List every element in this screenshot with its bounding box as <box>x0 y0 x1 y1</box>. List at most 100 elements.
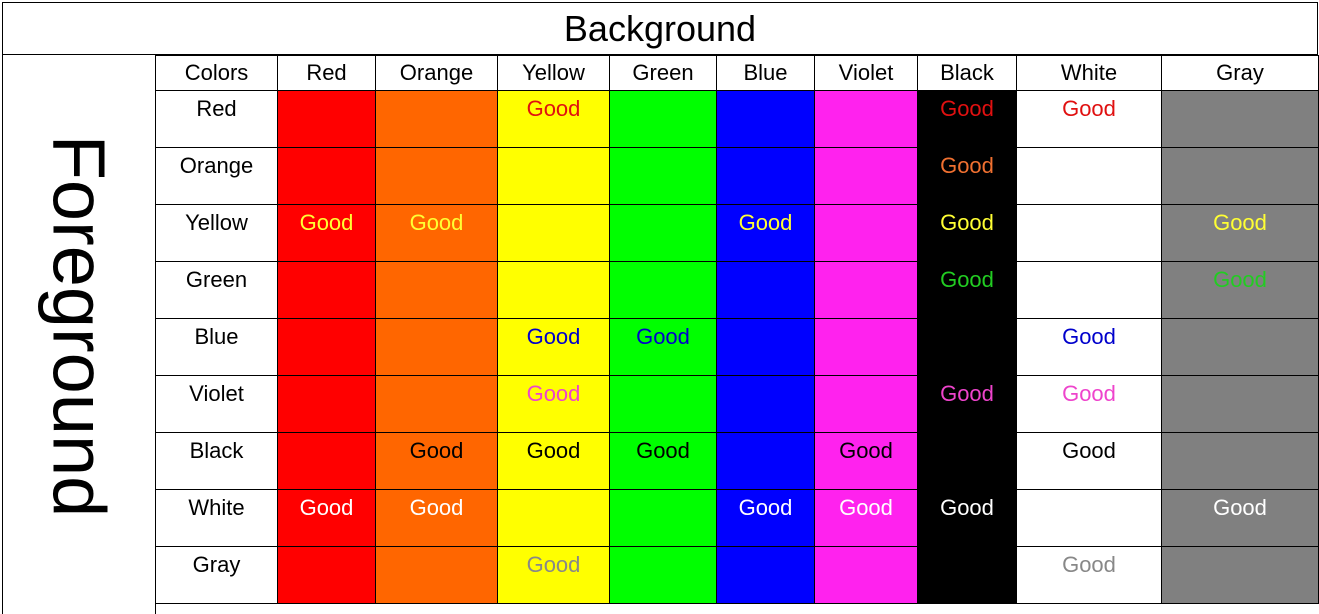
cell-white-on-green <box>609 489 717 547</box>
cell-white-on-white <box>1016 489 1162 547</box>
cell-green-on-gray: Good <box>1161 261 1319 319</box>
cell-blue-on-white: Good <box>1016 318 1162 376</box>
cell-violet-on-orange <box>375 375 498 433</box>
cell-red-on-yellow: Good <box>497 90 610 148</box>
cell-black-on-red <box>277 432 376 490</box>
cell-gray-on-yellow: Good <box>497 546 610 604</box>
column-header-yellow: Yellow <box>497 55 610 91</box>
cell-white-on-blue: Good <box>716 489 815 547</box>
cell-red-on-blue <box>716 90 815 148</box>
foreground-axis-label: Foreground <box>2 54 156 614</box>
cell-white-on-violet: Good <box>814 489 918 547</box>
table-row: Orange Good <box>155 147 1319 205</box>
column-header-gray: Gray <box>1161 55 1319 91</box>
cell-violet-on-violet <box>814 375 918 433</box>
cell-green-on-green <box>609 261 717 319</box>
cell-violet-on-green <box>609 375 717 433</box>
cell-black-on-blue <box>716 432 815 490</box>
cell-blue-on-green: Good <box>609 318 717 376</box>
cell-blue-on-violet <box>814 318 918 376</box>
cell-green-on-white <box>1016 261 1162 319</box>
cell-orange-on-gray <box>1161 147 1319 205</box>
table-row: Yellow Good Good Good Good Good <box>155 204 1319 262</box>
cell-gray-on-orange <box>375 546 498 604</box>
cell-violet-on-blue <box>716 375 815 433</box>
row-label-orange: Orange <box>155 147 278 205</box>
cell-violet-on-white: Good <box>1016 375 1162 433</box>
row-label-yellow: Yellow <box>155 204 278 262</box>
cell-red-on-orange <box>375 90 498 148</box>
cell-black-on-white: Good <box>1016 432 1162 490</box>
cell-yellow-on-violet <box>814 204 918 262</box>
table-row: Gray Good Good <box>155 546 1319 604</box>
cell-gray-on-violet <box>814 546 918 604</box>
row-label-green: Green <box>155 261 278 319</box>
cell-orange-on-white <box>1016 147 1162 205</box>
cell-yellow-on-gray: Good <box>1161 204 1319 262</box>
cell-white-on-red: Good <box>277 489 376 547</box>
foreground-label: Foreground <box>37 134 121 518</box>
cell-yellow-on-white <box>1016 204 1162 262</box>
column-header-green: Green <box>609 55 717 91</box>
table-row: Green Good Good <box>155 261 1319 319</box>
cell-red-on-violet <box>814 90 918 148</box>
cell-gray-on-white: Good <box>1016 546 1162 604</box>
cell-yellow-on-blue: Good <box>716 204 815 262</box>
cell-red-on-gray <box>1161 90 1319 148</box>
cell-yellow-on-black: Good <box>917 204 1017 262</box>
cell-gray-on-black <box>917 546 1017 604</box>
cell-violet-on-gray <box>1161 375 1319 433</box>
cell-blue-on-red <box>277 318 376 376</box>
cell-orange-on-yellow <box>497 147 610 205</box>
table-row: Red Good Good Good <box>155 90 1319 148</box>
column-header-orange: Orange <box>375 55 498 91</box>
cell-orange-on-green <box>609 147 717 205</box>
color-contrast-table: Colors Red Orange Yellow Green Blue Violet Blac… <box>155 55 1319 604</box>
cell-red-on-white: Good <box>1016 90 1162 148</box>
cell-gray-on-blue <box>716 546 815 604</box>
row-label-black: Black <box>155 432 278 490</box>
cell-violet-on-red <box>277 375 376 433</box>
table-row: Violet Good Good Good <box>155 375 1319 433</box>
column-header-red: Red <box>277 55 376 91</box>
cell-orange-on-red <box>277 147 376 205</box>
column-header-black: Black <box>917 55 1017 91</box>
cell-white-on-black: Good <box>917 489 1017 547</box>
cell-white-on-gray: Good <box>1161 489 1319 547</box>
cell-yellow-on-green <box>609 204 717 262</box>
cell-yellow-on-yellow <box>497 204 610 262</box>
row-label-violet: Violet <box>155 375 278 433</box>
table-title: Background <box>2 2 1318 55</box>
cell-white-on-yellow <box>497 489 610 547</box>
cell-green-on-orange <box>375 261 498 319</box>
cell-orange-on-black: Good <box>917 147 1017 205</box>
cell-blue-on-gray <box>1161 318 1319 376</box>
cell-red-on-black: Good <box>917 90 1017 148</box>
row-label-gray: Gray <box>155 546 278 604</box>
cell-gray-on-red <box>277 546 376 604</box>
cell-orange-on-blue <box>716 147 815 205</box>
cell-blue-on-yellow: Good <box>497 318 610 376</box>
cell-blue-on-black <box>917 318 1017 376</box>
column-header-violet: Violet <box>814 55 918 91</box>
cell-yellow-on-orange: Good <box>375 204 498 262</box>
cell-gray-on-green <box>609 546 717 604</box>
cell-green-on-red <box>277 261 376 319</box>
cell-green-on-black: Good <box>917 261 1017 319</box>
cell-black-on-orange: Good <box>375 432 498 490</box>
cell-black-on-black <box>917 432 1017 490</box>
cell-black-on-yellow: Good <box>497 432 610 490</box>
cell-black-on-violet: Good <box>814 432 918 490</box>
cell-violet-on-yellow: Good <box>497 375 610 433</box>
cell-yellow-on-red: Good <box>277 204 376 262</box>
cell-black-on-gray <box>1161 432 1319 490</box>
cell-gray-on-gray <box>1161 546 1319 604</box>
cell-green-on-yellow <box>497 261 610 319</box>
table-row: White Good Good Good Good Good Good <box>155 489 1319 547</box>
cell-black-on-green: Good <box>609 432 717 490</box>
cell-white-on-orange: Good <box>375 489 498 547</box>
table-row: Blue Good Good Good <box>155 318 1319 376</box>
cell-orange-on-orange <box>375 147 498 205</box>
row-label-white: White <box>155 489 278 547</box>
header-row: Colors Red Orange Yellow Green Blue Violet Blac… <box>155 55 1319 91</box>
